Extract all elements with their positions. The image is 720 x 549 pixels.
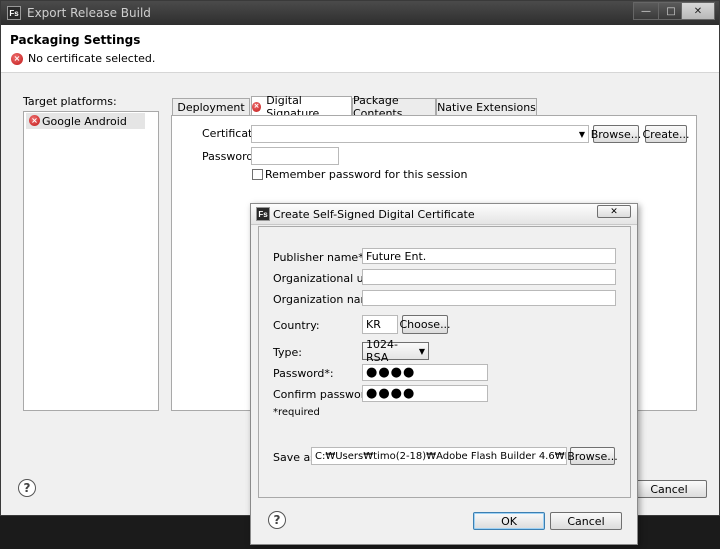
remember-password-checkbox[interactable] [252, 169, 263, 180]
minimize-icon: — [641, 5, 651, 17]
tab-deployment[interactable]: Deployment [172, 98, 250, 115]
app-icon: Fs [256, 207, 270, 221]
close-icon: ✕ [610, 206, 618, 217]
create-certificate-dialog: Fs Create Self-Signed Digital Certificat… [250, 203, 638, 545]
error-icon: × [29, 115, 40, 126]
save-as-input[interactable]: C:₩Users₩timo(2-18)₩Adobe Flash Builder … [311, 447, 567, 465]
dialog-close-button[interactable]: ✕ [597, 205, 631, 218]
main-cancel-button[interactable]: Cancel [631, 480, 707, 498]
page-title: Packaging Settings [10, 33, 141, 47]
error-icon: × [11, 53, 23, 65]
header-banner: Packaging Settings × No certificate sele… [1, 25, 719, 73]
window-title: Export Release Build [27, 6, 151, 20]
error-message: No certificate selected. [28, 52, 156, 65]
help-icon[interactable]: ? [268, 511, 286, 529]
dialog-password-label: Password*: [273, 367, 334, 380]
tab-package-contents[interactable]: Package Contents [352, 94, 436, 120]
save-as-browse-button[interactable]: Browse... [567, 447, 618, 465]
ok-button[interactable]: OK [473, 512, 545, 530]
organizational-unit-input[interactable] [362, 269, 616, 285]
publisher-name-label: Publisher name*: [273, 251, 368, 264]
required-note: *required [273, 407, 320, 418]
type-select[interactable]: 1024-RSA ▼ [362, 338, 429, 364]
browse-certificate-button[interactable]: Browse... [591, 125, 641, 143]
type-label: Type: [273, 346, 302, 359]
country-input[interactable]: KR [362, 315, 398, 334]
publisher-name-input[interactable]: Future Ent. [362, 248, 616, 264]
remember-password-label: Remember password for this session [265, 168, 468, 181]
password-field[interactable] [251, 147, 339, 165]
chevron-down-icon: ▼ [418, 346, 425, 356]
country-label: Country: [273, 319, 320, 332]
create-certificate-button[interactable]: Create... [642, 125, 690, 143]
choose-country-button[interactable]: Choose... [399, 315, 451, 334]
dialog-cancel-button[interactable]: Cancel [550, 512, 622, 530]
minimize-button[interactable]: — [633, 2, 659, 20]
app-icon: Fs [7, 6, 21, 20]
tab-label: Native Extensions [437, 100, 536, 114]
tab-digital-signature[interactable]: × Digital Signature [251, 94, 352, 120]
dialog-titlebar[interactable]: Fs Create Self-Signed Digital Certificat… [251, 204, 637, 225]
maximize-icon: □ [666, 5, 676, 17]
tab-native-extensions[interactable]: Native Extensions [436, 98, 537, 115]
error-icon: × [252, 101, 262, 112]
organization-name-input[interactable] [362, 290, 616, 306]
type-value: 1024-RSA [366, 338, 398, 364]
chevron-down-icon: ▼ [578, 129, 585, 139]
close-button[interactable]: ✕ [681, 2, 715, 20]
close-icon: ✕ [693, 5, 703, 17]
certificate-form: Publisher name*: Future Ent. Organizatio… [258, 226, 631, 498]
target-platforms-list[interactable]: × Google Android [23, 111, 159, 411]
target-platforms-label: Target platforms: [23, 95, 117, 108]
certificate-combo[interactable]: ▼ [251, 125, 589, 143]
main-titlebar[interactable]: Fs Export Release Build — □ ✕ [1, 1, 719, 25]
list-item-google-android[interactable]: × Google Android [26, 113, 145, 129]
dialog-title: Create Self-Signed Digital Certificate [273, 208, 475, 221]
dialog-password-input[interactable]: ●●●● [362, 364, 488, 381]
platform-label: Google Android [42, 115, 127, 128]
tab-label: Deployment [177, 100, 245, 114]
confirm-password-input[interactable]: ●●●● [362, 385, 488, 402]
help-icon[interactable]: ? [18, 479, 36, 497]
password-label: Password: [202, 150, 258, 163]
